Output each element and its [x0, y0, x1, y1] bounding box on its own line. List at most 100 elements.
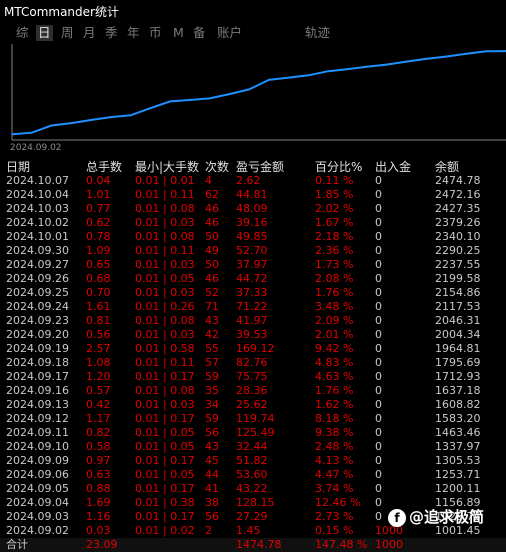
row-total-lots: 0.62 [86, 216, 111, 229]
row-date: 2024.09.17 [6, 370, 69, 383]
col-balance-header: 余额 [435, 160, 460, 174]
tab-notes[interactable]: 备 [193, 25, 206, 41]
row-deposit: 0 [375, 286, 382, 299]
tab-weekly[interactable]: 周 [61, 25, 74, 41]
row-deposit: 0 [375, 426, 382, 439]
table-row: 2024.09.23 0.81 0.01 | 0.08 43 41.97 2.09 % 0 2… [0, 314, 506, 328]
table-row: 2024.09.30 1.09 0.01 | 0.11 49 52.70 2.36 % 0 2… [0, 244, 506, 258]
row-percent: 1.62 % [315, 398, 354, 411]
row-deposit: 0 [375, 440, 382, 453]
row-deposit: 0 [375, 496, 382, 509]
row-total-lots: 1.20 [86, 370, 111, 383]
row-deposit: 0 [375, 216, 382, 229]
row-balance: 2379.26 [435, 216, 481, 229]
row-count: 57 [205, 356, 219, 369]
row-total-lots: 1.61 [86, 300, 111, 313]
row-total-lots: 1.08 [86, 356, 111, 369]
row-pnl: 51.82 [236, 454, 268, 467]
row-count: 34 [205, 398, 219, 411]
table-row: 2024.09.24 1.61 0.01 | 0.26 71 71.22 3.48 % 0 2… [0, 300, 506, 314]
row-deposit: 0 [375, 342, 382, 355]
row-date: 2024.10.04 [6, 188, 69, 201]
row-date: 2024.10.02 [6, 216, 69, 229]
row-balance: 1964.81 [435, 342, 481, 355]
row-min-max-lots: 0.01 | 0.08 [135, 314, 195, 327]
row-date: 2024.09.23 [6, 314, 69, 327]
row-pnl: 82.76 [236, 356, 268, 369]
row-total-lots: 0.65 [86, 258, 111, 271]
row-percent: 2.09 % [315, 314, 354, 327]
tab-daily[interactable]: 日 [36, 25, 53, 41]
col-min-max-lots-header: 最小|大手数 [135, 160, 200, 174]
table-row: 2024.10.01 0.78 0.01 | 0.08 50 49.85 2.18 % 0 2… [0, 230, 506, 244]
row-deposit: 0 [375, 174, 382, 187]
row-min-max-lots: 0.01 | 0.17 [135, 482, 195, 495]
table-row: 2024.10.03 0.77 0.01 | 0.08 46 48.09 2.02 % 0 2… [0, 202, 506, 216]
row-date: 2024.10.01 [6, 230, 69, 243]
balance-point [228, 93, 231, 95]
row-date: 2024.09.19 [6, 342, 69, 355]
row-count: 43 [205, 440, 219, 453]
row-total-lots: 1.17 [86, 412, 111, 425]
row-pnl: 37.97 [236, 258, 268, 271]
row-deposit: 0 [375, 230, 382, 243]
row-count: 59 [205, 370, 219, 383]
tab-m[interactable]: M [173, 25, 184, 41]
row-date: 2024.09.11 [6, 426, 69, 439]
row-balance: 2237.55 [435, 258, 481, 271]
row-count: 43 [205, 314, 219, 327]
balance-point [366, 65, 369, 68]
row-balance: 2004.34 [435, 328, 481, 341]
row-balance: 2340.10 [435, 230, 481, 243]
row-pnl: 1.45 [236, 524, 261, 537]
row-deposit: 0 [375, 370, 382, 383]
row-min-max-lots: 0.01 | 0.11 [135, 244, 195, 257]
row-total-lots: 0.81 [86, 314, 111, 327]
balance-point [129, 114, 132, 117]
tab-currency[interactable]: 币 [149, 25, 162, 41]
row-min-max-lots: 0.01 | 0.05 [135, 440, 195, 453]
row-pnl: 27.29 [236, 510, 268, 523]
balance-series-line [11, 50, 506, 136]
table-row: 2024.09.17 1.20 0.01 | 0.17 59 75.75 4.63 % 0 1… [0, 370, 506, 384]
table-row: 2024.09.16 0.57 0.01 | 0.08 35 28.36 1.76 % 0 1… [0, 384, 506, 398]
table-row: 2024.09.13 0.42 0.01 | 0.03 34 25.62 1.62 % 0 1… [0, 398, 506, 412]
row-balance: 1463.46 [435, 426, 481, 439]
balance-point [11, 133, 13, 136]
table-row: 2024.09.12 1.17 0.01 | 0.17 59 119.74 8.18 % 0… [0, 412, 506, 426]
tab-track[interactable]: 轨迹 [305, 25, 330, 41]
balance-point [149, 107, 152, 109]
table-row: 2024.10.04 1.01 0.01 | 0.11 62 44.81 1.85 % 0 2… [0, 188, 506, 202]
row-balance: 1583.20 [435, 412, 481, 425]
row-date: 2024.09.10 [6, 440, 69, 453]
period-tabs: 综 日 周 月 季 年 币 M 备 账户 轨迹 [0, 22, 506, 42]
row-balance: 2427.35 [435, 202, 481, 215]
tab-account[interactable]: 账户 [217, 25, 242, 41]
row-total-lots: 0.78 [86, 230, 111, 243]
balance-point [386, 63, 389, 66]
tab-summary[interactable]: 综 [16, 25, 29, 41]
balance-point [327, 70, 330, 72]
row-percent: 4.63 % [315, 370, 354, 383]
row-deposit: 0 [375, 398, 382, 411]
window-title: MTCommander统计 [4, 5, 119, 19]
footer-total-deposit: 1000 [375, 538, 403, 551]
row-date: 2024.09.27 [6, 258, 69, 271]
tab-yearly[interactable]: 年 [127, 25, 140, 41]
row-min-max-lots: 0.01 | 0.11 [135, 356, 195, 369]
row-count: 50 [205, 230, 219, 243]
tab-quarterly[interactable]: 季 [105, 25, 118, 41]
col-total-lots-header: 总手数 [86, 160, 123, 174]
row-pnl: 44.72 [236, 272, 268, 285]
row-pnl: 75.75 [236, 370, 268, 383]
row-min-max-lots: 0.01 | 0.17 [135, 412, 195, 425]
row-deposit: 0 [375, 510, 382, 523]
row-date: 2024.09.26 [6, 272, 69, 285]
tab-monthly[interactable]: 月 [83, 25, 96, 41]
row-total-lots: 0.42 [86, 398, 111, 411]
col-percent-header: 百分比% [315, 160, 363, 174]
row-total-lots: 0.68 [86, 272, 111, 285]
row-pnl: 48.09 [236, 202, 268, 215]
row-deposit: 0 [375, 202, 382, 215]
col-deposit-header: 出入金 [375, 160, 412, 174]
